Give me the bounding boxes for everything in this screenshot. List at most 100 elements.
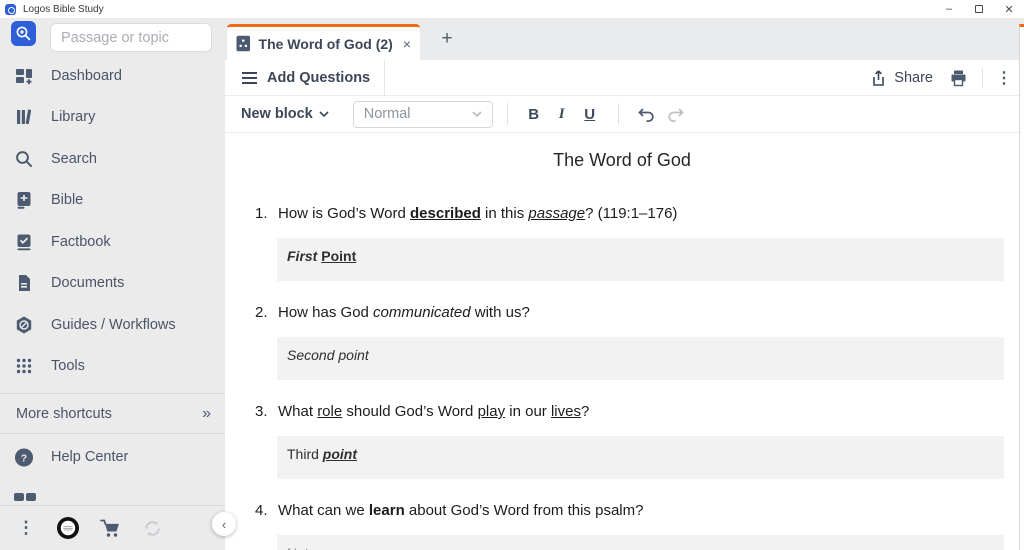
undo-button[interactable]	[631, 101, 661, 127]
svg-text:?: ?	[21, 453, 27, 464]
tab-strip: The Word of God (2) × +	[225, 18, 1024, 60]
divider	[384, 59, 386, 96]
question-text: How has God communicated with us?	[278, 304, 530, 321]
answer-placeholder: Notes	[287, 545, 324, 550]
sidebar-item-label: Tools	[51, 358, 85, 375]
share-label: Share	[894, 69, 933, 86]
factbook-icon	[14, 232, 34, 252]
maximize-button[interactable]	[964, 1, 994, 17]
sidebar-item-label: Bible	[51, 192, 84, 209]
question-number: 4.	[255, 502, 268, 519]
more-shortcuts-label: More shortcuts	[16, 405, 112, 422]
document-title[interactable]: The Word of God	[240, 150, 1004, 171]
sidebar-item-library[interactable]: Library	[0, 97, 225, 139]
sidebar-item-label: Search	[51, 150, 97, 167]
library-icon	[14, 107, 34, 127]
search-icon	[14, 149, 34, 169]
sidebar-item-bible[interactable]: Bible	[0, 180, 225, 222]
share-button[interactable]: Share	[870, 69, 933, 87]
kebab-icon: ⋮	[17, 518, 35, 537]
new-tab-button[interactable]: +	[435, 26, 459, 52]
divider	[617, 103, 619, 125]
sidebar-collapse-button[interactable]: ‹	[212, 512, 236, 536]
question-item[interactable]: 2. How has God communicated with us?	[240, 303, 1004, 323]
adjacent-panel-edge	[1019, 24, 1024, 550]
redo-icon	[668, 108, 684, 122]
answer-block[interactable]: First Point	[277, 238, 1004, 281]
sidebar-item-label: Guides / Workflows	[51, 316, 176, 333]
close-window-button[interactable]: ✕	[994, 1, 1024, 17]
sidebar-nav: Dashboard Library Search Bible Factbook …	[0, 55, 225, 387]
sidebar-item-factbook[interactable]: Factbook	[0, 221, 225, 263]
underline-button[interactable]: U	[576, 101, 604, 127]
store-cart-button[interactable]	[98, 515, 122, 541]
question-number: 3.	[255, 403, 268, 420]
answer-block[interactable]: Third point	[277, 436, 1004, 479]
account-avatar[interactable]	[56, 515, 80, 541]
app-logo-icon	[5, 3, 16, 15]
sidebar: Dashboard Library Search Bible Factbook …	[0, 18, 225, 550]
question-number: 1.	[255, 205, 268, 222]
tools-icon	[14, 356, 34, 376]
sidebar-item-search[interactable]: Search	[0, 138, 225, 180]
questions-list: 1. How is God’s Word described in this pa…	[240, 204, 1004, 550]
quick-search-button[interactable]	[11, 21, 36, 46]
new-block-dropdown[interactable]: New block	[241, 106, 329, 122]
window-title: Logos Bible Study	[23, 3, 104, 15]
document-editor[interactable]: The Word of God 1. How is God’s Word desc…	[225, 133, 1024, 550]
answer-block[interactable]: Second point	[277, 337, 1004, 380]
question-item[interactable]: 4. What can we learn about God’s Word fro…	[240, 501, 1004, 521]
printer-icon	[951, 70, 966, 86]
questions-doc-icon	[236, 35, 251, 52]
share-icon	[873, 69, 885, 86]
search-plus-icon	[16, 26, 31, 41]
dashboard-icon	[14, 66, 34, 86]
chevron-down-icon	[319, 111, 329, 117]
question-item[interactable]: 3. What role should God’s Word play in ou…	[240, 402, 1004, 422]
sidebar-item-tools[interactable]: Tools	[0, 346, 225, 388]
divider	[982, 67, 983, 88]
guides-workflows-icon	[14, 315, 34, 335]
main-panel: The Word of God (2) × + Add Questions Sh…	[225, 18, 1024, 550]
sidebar-menu-button[interactable]: ⋮	[14, 515, 38, 541]
bold-button[interactable]: B	[520, 101, 548, 127]
kebab-icon: ⋮	[996, 69, 1012, 87]
italic-button[interactable]: I	[548, 101, 576, 127]
sync-icon	[144, 520, 160, 536]
minimize-button[interactable]: –	[934, 1, 964, 17]
paragraph-style-select[interactable]: Normal	[352, 100, 493, 128]
search-input[interactable]	[50, 23, 212, 52]
sidebar-item-label: Factbook	[51, 233, 111, 250]
bible-icon	[14, 190, 34, 210]
sidebar-item-label: Help Center	[51, 449, 129, 465]
question-number: 2.	[255, 304, 268, 321]
answer-block[interactable]: Notes	[277, 535, 1004, 550]
sidebar-item-label: Dashboard	[51, 67, 122, 84]
app-window: Logos Bible Study – ✕ Dashboard Library	[0, 0, 1024, 550]
tab-close-icon[interactable]: ×	[403, 36, 411, 52]
sync-button[interactable]	[140, 515, 164, 541]
add-questions-label: Add Questions	[267, 69, 371, 86]
undo-icon	[637, 108, 654, 122]
question-text: What role should God’s Word play in our …	[278, 403, 590, 420]
sidebar-item-guides-workflows[interactable]: Guides / Workflows	[0, 304, 225, 346]
redo-button[interactable]	[661, 101, 691, 127]
documents-icon	[14, 273, 34, 293]
tab-word-of-god[interactable]: The Word of God (2) ×	[227, 24, 420, 60]
more-shortcuts[interactable]: More shortcuts »	[0, 393, 225, 434]
new-block-label: New block	[241, 106, 313, 122]
maximize-icon	[975, 5, 983, 13]
sidebar-item-help-center[interactable]: ? Help Center	[0, 434, 225, 480]
panel-menu-button[interactable]: ⋮	[996, 68, 1012, 88]
sidebar-item-dashboard[interactable]: Dashboard	[0, 55, 225, 97]
sidebar-item-documents[interactable]: Documents	[0, 263, 225, 305]
panel-toolbar: Add Questions Share ⋮	[225, 59, 1024, 96]
add-questions-button[interactable]: Add Questions	[225, 60, 384, 95]
sidebar-item-label: Library	[51, 109, 96, 126]
tab-title: The Word of God (2)	[258, 35, 393, 52]
print-button[interactable]	[949, 69, 968, 87]
hamburger-icon	[242, 71, 257, 84]
question-item[interactable]: 1. How is God’s Word described in this pa…	[240, 204, 1004, 224]
sidebar-bottom-bar: ⋮	[0, 505, 225, 550]
partially-visible-icon	[14, 488, 38, 501]
